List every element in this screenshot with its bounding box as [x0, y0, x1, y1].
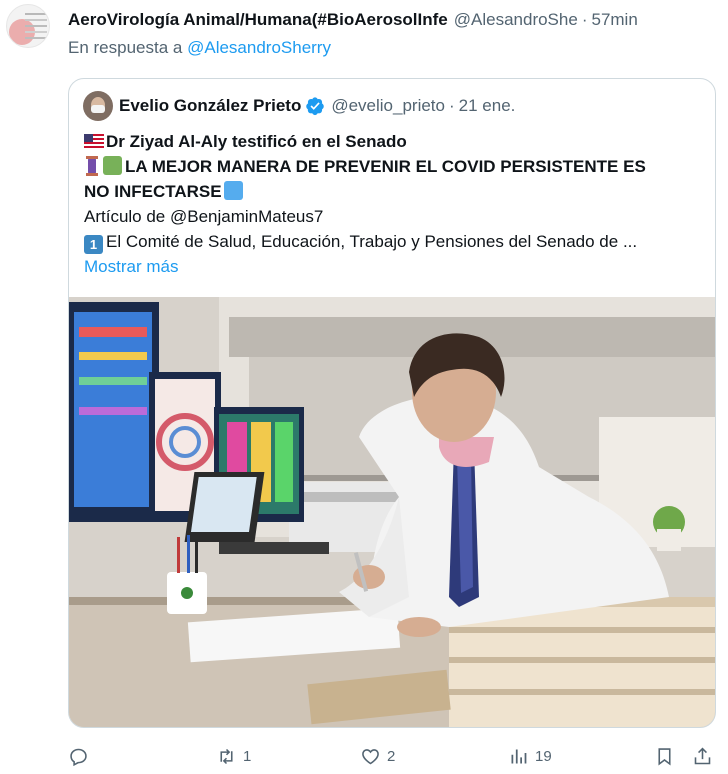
quote-author-name[interactable]: Evelio González Prieto	[119, 96, 301, 116]
quote-line: NO INFECTARSE	[84, 179, 703, 204]
author-name[interactable]: AeroVirología Animal/Humana(#BioAerosolI…	[68, 10, 448, 30]
keycap-one-icon: 1	[84, 235, 103, 254]
retweet-count: 1	[243, 747, 252, 765]
quote-date[interactable]: 21 ene.	[459, 96, 516, 116]
share-icon	[694, 747, 711, 764]
quote-line-text: Artículo de @BenjaminMateus7	[84, 207, 324, 226]
green-square-icon	[103, 156, 122, 175]
reply-prefix: En respuesta a	[68, 38, 183, 57]
views-button[interactable]: 19	[508, 742, 552, 770]
quote-line-text: Dr Ziyad Al-Aly testificó en el Senado	[106, 132, 407, 151]
quote-line-text: LA MEJOR MANERA DE PREVENIR EL COVID PER…	[125, 157, 646, 176]
quote-author-handle[interactable]: @evelio_prieto	[331, 96, 445, 116]
show-more-link[interactable]: Mostrar más	[84, 254, 703, 279]
blue-square-icon	[223, 181, 243, 200]
quote-line: Artículo de @BenjaminMateus7	[84, 204, 703, 229]
verified-badge-icon	[306, 97, 325, 116]
like-count: 2	[387, 747, 396, 765]
quote-line: 1 El Comité de Salud, Educación, Trabajo …	[84, 229, 703, 254]
separator-dot: ·	[581, 10, 588, 29]
quote-text: Dr Ziyad Al-Aly testificó en el Senado L…	[84, 129, 703, 279]
quote-line-text: El Comité de Salud, Educación, Trabajo y…	[106, 232, 638, 251]
separator-dot: ·	[448, 96, 455, 115]
views-count: 19	[535, 747, 552, 765]
like-button[interactable]: 2	[360, 742, 395, 770]
quote-photo[interactable]	[69, 297, 715, 727]
reply-button[interactable]	[68, 742, 95, 770]
retweet-icon	[220, 748, 233, 764]
retweet-button[interactable]: 1	[216, 742, 251, 770]
quoted-tweet[interactable]: Evelio González Prieto @evelio_prieto · …	[68, 78, 716, 728]
author-handle[interactable]: @AlesandroShe	[454, 10, 578, 30]
tweet-header: AeroVirología Animal/Humana(#BioAerosolI…	[68, 9, 718, 31]
bookmark-button[interactable]	[654, 742, 675, 770]
tweet-time[interactable]: 57min	[591, 10, 637, 30]
reply-icon	[70, 748, 87, 766]
quote-line-text: NO INFECTARSE	[84, 182, 222, 201]
user-avatar[interactable]	[6, 4, 50, 48]
action-bar: 1 2 19	[68, 742, 716, 770]
quote-avatar[interactable]	[83, 91, 113, 121]
thread-spool-icon	[84, 156, 100, 176]
share-button[interactable]	[692, 742, 713, 770]
quote-header: Evelio González Prieto @evelio_prieto · …	[83, 91, 515, 121]
heart-icon	[362, 748, 379, 764]
reply-context: En respuesta a @AlesandroSherry	[68, 38, 331, 58]
reply-to-link[interactable]: @AlesandroSherry	[187, 38, 331, 57]
quote-line: Dr Ziyad Al-Aly testificó en el Senado	[84, 129, 703, 154]
quote-line: LA MEJOR MANERA DE PREVENIR EL COVID PER…	[84, 154, 703, 179]
bookmark-icon	[658, 747, 671, 766]
us-flag-icon	[84, 134, 104, 148]
doctor-photo-illustration	[69, 297, 715, 727]
views-chart-icon	[511, 749, 527, 763]
